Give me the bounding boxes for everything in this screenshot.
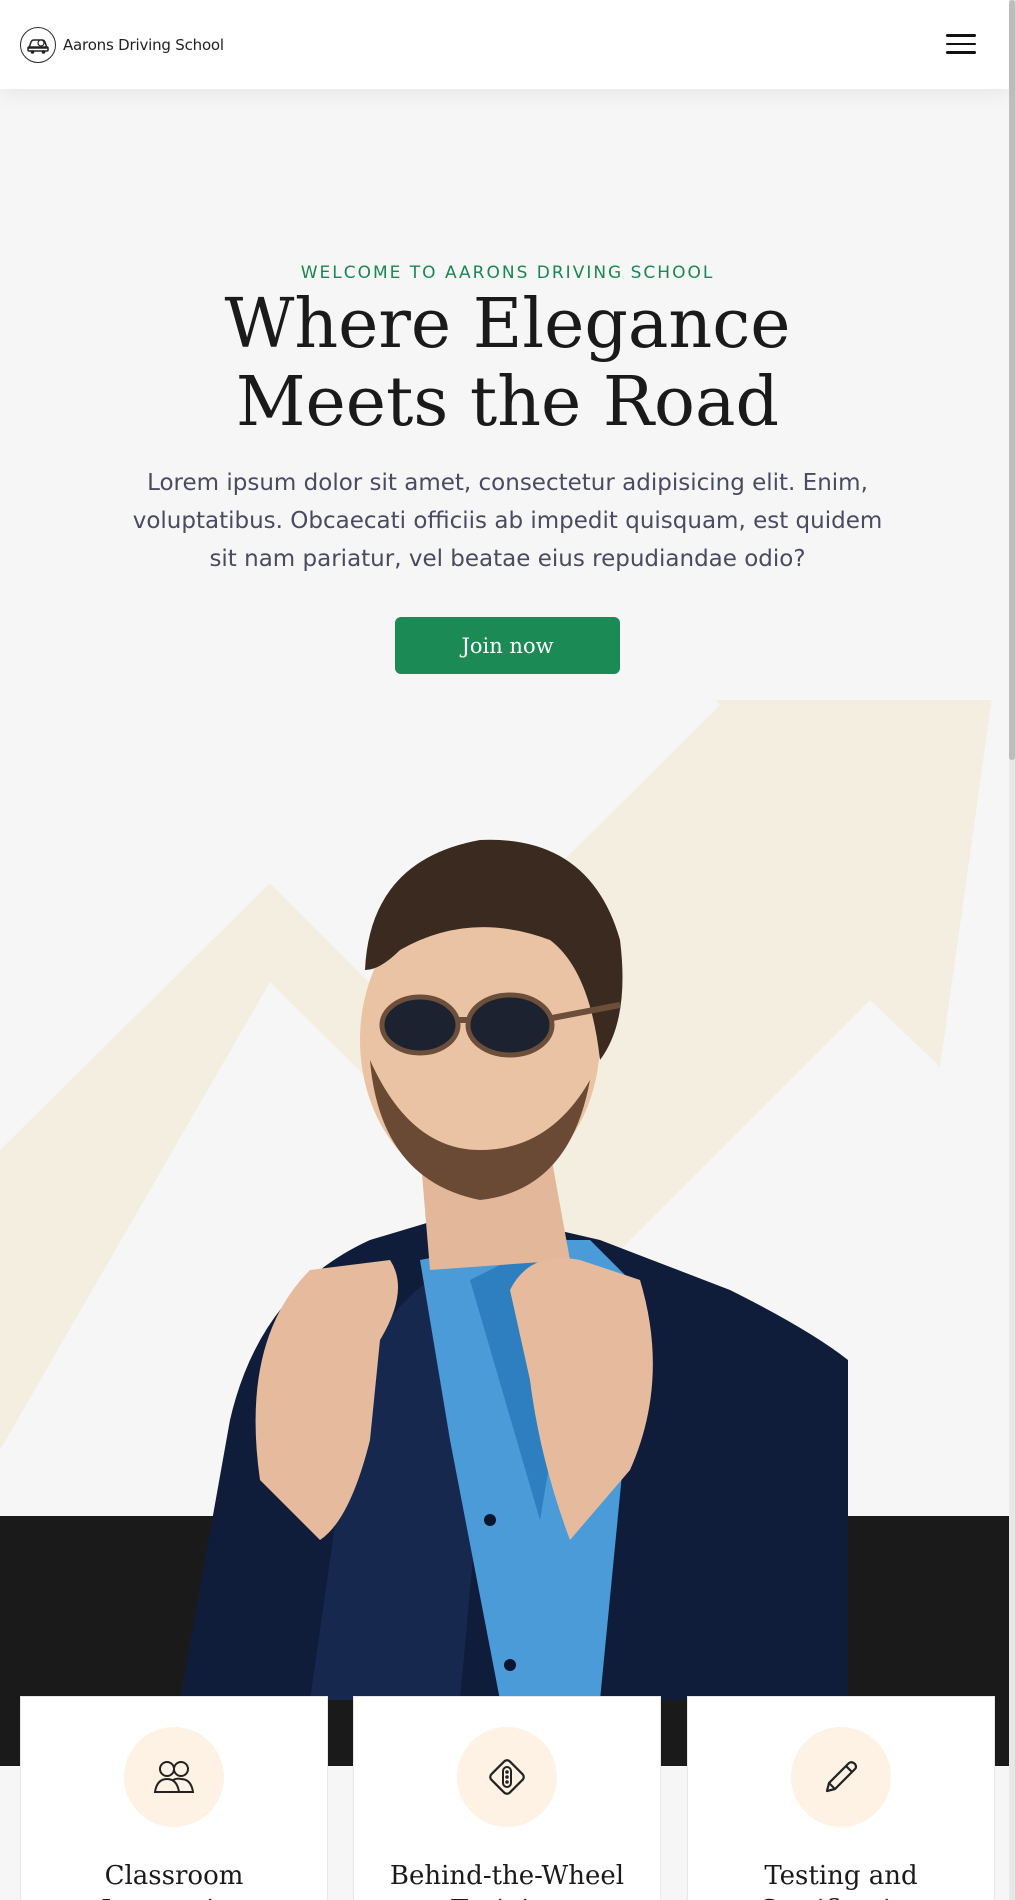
scrollbar-thumb[interactable] [1009, 0, 1015, 760]
site-header: Aarons Driving School [0, 0, 1009, 89]
feature-card-behind-wheel[interactable]: Behind-the-Wheel Training [353, 1696, 661, 1900]
feature-card-testing[interactable]: Testing and Certification [687, 1696, 995, 1900]
steering-car-icon [20, 27, 56, 63]
feature-title: Testing and Certification [758, 1861, 923, 1900]
hamburger-menu-icon[interactable] [946, 34, 976, 56]
pencil-icon [791, 1727, 891, 1827]
join-now-button[interactable]: Join now [395, 617, 620, 674]
feature-card-classroom[interactable]: Classroom Instruction [20, 1696, 328, 1900]
feature-title: Behind-the-Wheel Training [389, 1861, 625, 1900]
brand-link[interactable]: Aarons Driving School [20, 27, 224, 63]
users-icon [124, 1727, 224, 1827]
hero-title-line-2: Meets the Road [235, 363, 780, 442]
road-sign-icon [457, 1727, 557, 1827]
hero-description: Lorem ipsum dolor sit amet, consectetur … [132, 470, 883, 572]
hero-title: Where Elegance Meets the Road [150, 286, 865, 442]
hero-title-line-1: Where Elegance [224, 285, 791, 364]
feature-title: Classroom Instruction [101, 1861, 247, 1900]
brand-name: Aarons Driving School [63, 36, 224, 54]
hero-photo [180, 839, 848, 1700]
hero-eyebrow: WELCOME TO AARONS DRIVING SCHOOL [300, 263, 715, 283]
page-scrollbar[interactable] [1009, 0, 1015, 1900]
